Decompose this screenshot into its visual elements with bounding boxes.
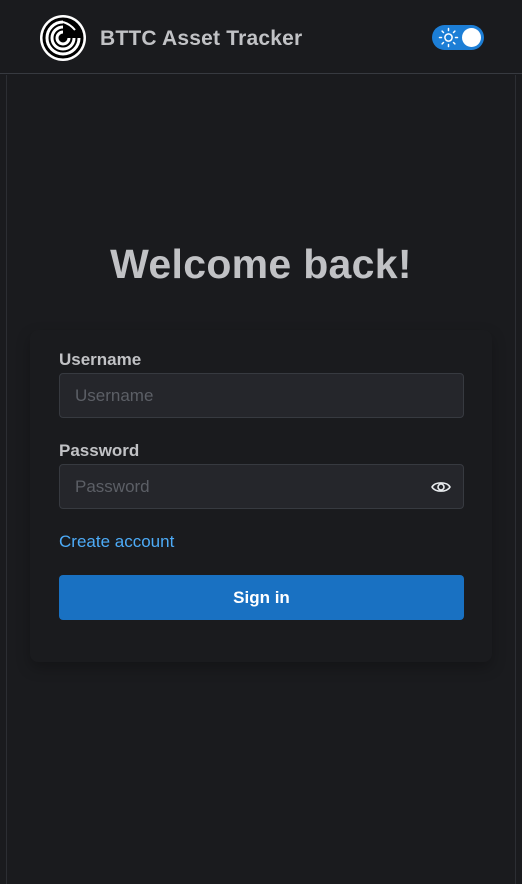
theme-toggle[interactable] [432, 25, 484, 50]
app-root: BTTC Asset Tracker Welcome back! Usernam… [0, 0, 522, 884]
frame-border-right [515, 75, 516, 884]
password-label: Password [59, 441, 140, 460]
page-title: Welcome back! [110, 241, 412, 287]
eye-icon[interactable] [430, 476, 452, 498]
create-account-link[interactable]: Create account [59, 532, 174, 552]
password-input[interactable] [59, 464, 464, 509]
frame-border-left [6, 75, 7, 884]
app-header: BTTC Asset Tracker [0, 0, 522, 74]
bttc-logo-icon[interactable] [39, 14, 87, 62]
sun-icon [438, 27, 459, 48]
username-input[interactable] [59, 373, 464, 418]
app-title: BTTC Asset Tracker [100, 27, 303, 50]
sign-in-button[interactable]: Sign in [59, 575, 464, 620]
toggle-knob [462, 28, 481, 47]
username-label: Username [59, 350, 142, 369]
